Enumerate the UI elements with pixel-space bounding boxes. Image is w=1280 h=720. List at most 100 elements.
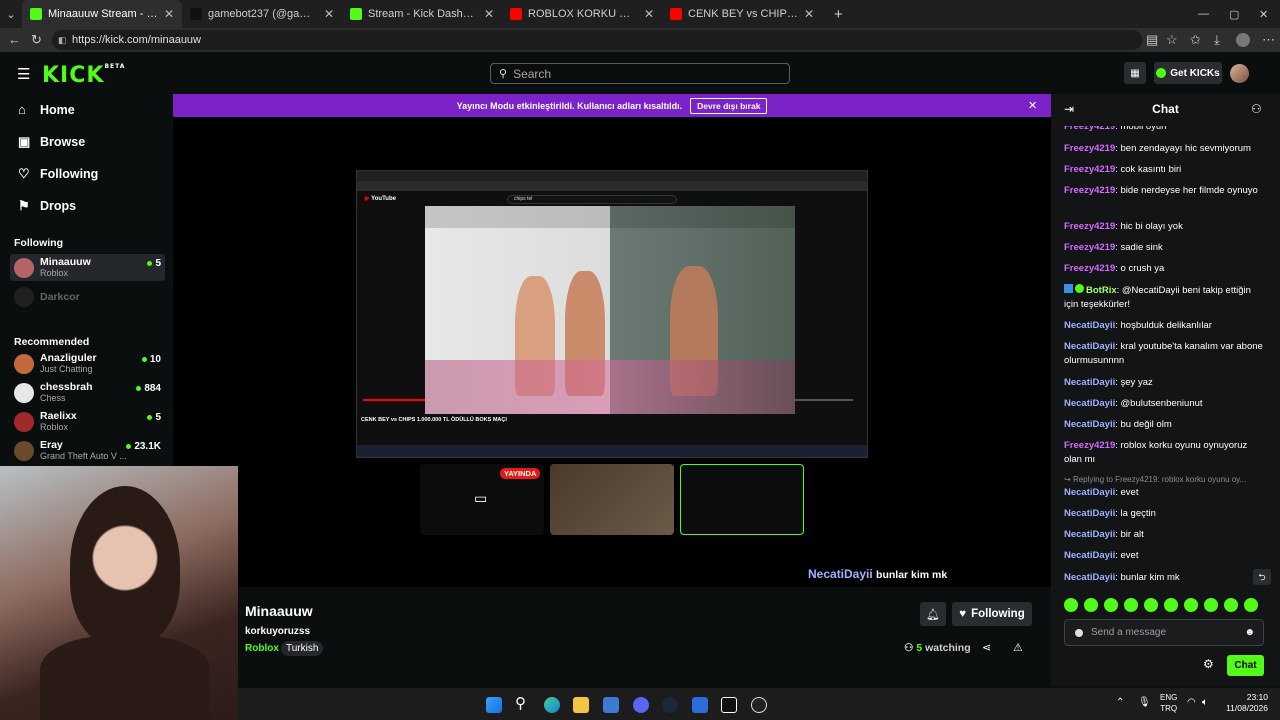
camera-thumbnail-screen[interactable]: YAYINDA ▭ (420, 464, 544, 535)
favorite-icon[interactable]: ☆ (1166, 32, 1178, 48)
microphone-icon[interactable]: 🎙︎ (1138, 697, 1151, 708)
close-tab-icon[interactable]: ✕ (324, 7, 334, 21)
start-icon[interactable] (486, 697, 502, 713)
input-language[interactable]: ENG TRQ (1160, 692, 1177, 714)
close-tab-icon[interactable]: ✕ (644, 7, 654, 21)
edge-icon[interactable] (544, 697, 560, 713)
close-window-icon[interactable]: ✕ (1259, 8, 1268, 21)
maximize-icon[interactable]: ▢ (1229, 8, 1239, 21)
send-chat-button[interactable]: Chat (1227, 655, 1264, 676)
close-tab-icon[interactable]: ✕ (164, 7, 174, 21)
plus-icon[interactable]: + (834, 6, 843, 23)
chat-username[interactable]: BotRix (1086, 285, 1117, 296)
emote-icon[interactable] (1204, 598, 1218, 612)
chat-username[interactable]: NecatiDayii (1064, 529, 1115, 540)
tray-chevron-icon[interactable]: ⌃ (1116, 697, 1124, 708)
menu-icon[interactable]: ☰ (17, 65, 30, 83)
system-clock[interactable]: 23:10 11/08/2026 (1224, 692, 1268, 714)
emote-icon[interactable] (1104, 598, 1118, 612)
chat-username[interactable]: NecatiDayii (1064, 487, 1115, 498)
back-icon[interactable]: ← (8, 32, 21, 47)
report-icon[interactable]: ⚠ (1013, 641, 1023, 654)
chat-username[interactable]: Freezy4219 (1064, 221, 1115, 232)
chat-username[interactable]: Freezy4219 (1064, 440, 1115, 451)
store-icon[interactable] (603, 697, 619, 713)
close-tab-icon[interactable]: ✕ (484, 7, 494, 21)
chat-settings-icon[interactable]: ⚙ (1203, 657, 1214, 671)
download-icon[interactable]: ⤓ (1214, 32, 1220, 48)
scroll-to-bottom-icon[interactable]: ⮌ (1253, 569, 1271, 585)
sidebar-channel[interactable]: Darkcor (10, 283, 165, 310)
chat-username[interactable]: Freezy4219 (1064, 143, 1115, 154)
close-tab-icon[interactable]: ✕ (804, 7, 814, 21)
emoji-icon[interactable]: ☻ (1244, 627, 1255, 638)
chat-message-input[interactable]: Send a message ☻ (1064, 619, 1264, 646)
chat-username[interactable]: Freezy4219 (1064, 263, 1115, 274)
follow-button[interactable]: ♥ Following (952, 602, 1032, 626)
sidebar-nav-browse[interactable]: ▣ Browse (18, 134, 85, 150)
chat-username[interactable]: NecatiDayii (1064, 341, 1115, 352)
minimize-icon[interactable]: — (1198, 8, 1209, 20)
taskbar-search-icon[interactable]: ⚲ (515, 694, 526, 712)
sidebar-channel[interactable]: chessbrah Chess 884 (10, 379, 165, 406)
streamer-name[interactable]: Minaauuw (245, 603, 313, 619)
url-field[interactable]: ◧ https://kick.com/minaauuw (52, 30, 1142, 50)
sidebar-channel[interactable]: Eray Grand Theft Auto V ... 23.1K (10, 437, 165, 464)
get-kicks-button[interactable]: Get KICKs (1154, 62, 1222, 84)
refresh-icon[interactable]: ↻ (31, 32, 42, 48)
emote-icon[interactable] (1244, 598, 1258, 612)
emote-icon[interactable] (1064, 598, 1078, 612)
browser-tab[interactable]: Stream - Kick Dashboard ✕ (342, 0, 502, 28)
chat-username[interactable]: Freezy4219 (1064, 164, 1115, 175)
chat-username[interactable]: NecatiDayii (1064, 398, 1115, 409)
capcut-icon[interactable] (721, 697, 737, 713)
chat-username[interactable]: NecatiDayii (1064, 572, 1115, 583)
language-tag[interactable]: Turkish (281, 641, 324, 656)
sidebar-nav-home[interactable]: ⌂ Home (18, 102, 75, 117)
steam-icon[interactable] (662, 697, 678, 713)
kick-logo[interactable]: KICKBETA (42, 63, 125, 88)
reader-icon[interactable]: ▤ (1146, 32, 1158, 48)
emote-icon[interactable] (1184, 598, 1198, 612)
volume-icon[interactable]: 🔈︎ (1202, 697, 1208, 708)
share-icon[interactable]: ⋖ (982, 641, 991, 654)
emote-icon[interactable] (1144, 598, 1158, 612)
camera-thumbnail-dark[interactable] (680, 464, 804, 535)
chat-username[interactable]: NecatiDayii (1064, 377, 1115, 388)
emote-icon[interactable] (1164, 598, 1178, 612)
chat-username[interactable]: Freezy4219 (1064, 185, 1115, 196)
discord-icon[interactable] (633, 697, 649, 713)
tab-actions-icon[interactable]: ⌄ (0, 8, 22, 21)
browser-tab[interactable]: CENK BEY vs CHIPS 1.000.000 TL ÖDÜLLÜ BO… (662, 0, 822, 28)
chat-username[interactable]: Freezy4219 (1064, 242, 1115, 253)
notification-button[interactable]: 🔔︎ (920, 602, 946, 626)
sidebar-channel[interactable]: Minaauuw Roblox 5 (10, 254, 165, 281)
emote-icon[interactable] (1084, 598, 1098, 612)
sidebar-channel[interactable]: Anazliguler Just Chatting 10 (10, 350, 165, 377)
browser-tab[interactable]: gamebot237 (@gamebot237) | TikTok ✕ (182, 0, 342, 28)
chat-username[interactable]: NecatiDayii (1064, 320, 1115, 331)
search-input[interactable]: ⚲ Search (490, 63, 790, 84)
favorites-list-icon[interactable]: ✩ (1190, 32, 1201, 48)
emote-icon[interactable] (1124, 598, 1138, 612)
sidebar-nav-drops[interactable]: ⚑ Drops (18, 198, 76, 214)
obs-icon[interactable] (751, 697, 767, 713)
dashboard-button[interactable]: ▦ (1124, 62, 1146, 84)
app-icon[interactable] (692, 697, 708, 713)
camera-thumbnail-face[interactable] (550, 464, 674, 535)
more-icon[interactable]: ⋯ (1262, 32, 1275, 48)
chat-username[interactable]: NecatiDayii (1064, 419, 1115, 430)
sidebar-nav-following[interactable]: ♡ Following (18, 166, 98, 182)
chat-username[interactable]: NecatiDayii (1064, 508, 1115, 519)
disable-streamer-mode-button[interactable]: Devre dışı bırak (690, 97, 768, 114)
emote-icon[interactable] (1224, 598, 1238, 612)
chat-username[interactable]: NecatiDayii (1064, 550, 1115, 561)
sidebar-channel[interactable]: Raelixx Roblox 5 (10, 408, 165, 435)
wifi-icon[interactable]: ◠ (1187, 697, 1196, 708)
browser-tab[interactable]: Minaauuw Stream - Watch Live on Kick ✕ (22, 0, 182, 28)
close-banner-icon[interactable]: ✕ (1028, 99, 1037, 112)
file-explorer-icon[interactable] (573, 697, 589, 713)
site-info-icon[interactable]: ◧ (58, 35, 67, 46)
profile-icon[interactable] (1236, 33, 1250, 47)
user-avatar[interactable] (1230, 64, 1249, 83)
